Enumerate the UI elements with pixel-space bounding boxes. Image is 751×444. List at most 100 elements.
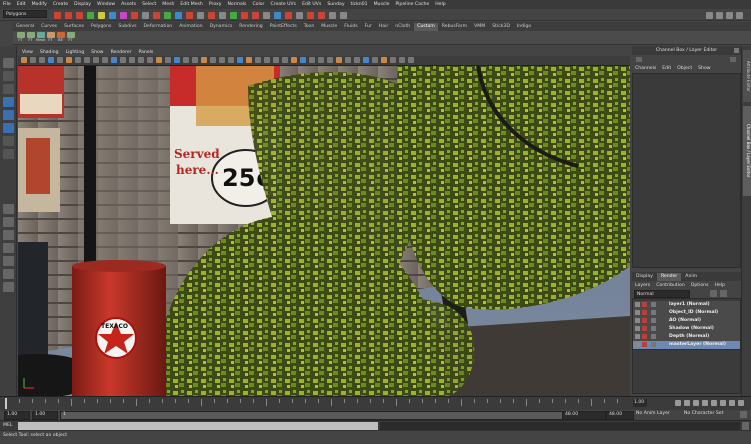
manipulator-icon[interactable] bbox=[3, 136, 14, 146]
layer-tab-display[interactable]: Display bbox=[632, 273, 657, 281]
shelf-tab-indigo[interactable]: Indigo bbox=[514, 23, 534, 31]
viewport-tool-icon[interactable] bbox=[408, 57, 414, 63]
menu-sunday[interactable]: Sunday bbox=[327, 2, 344, 7]
layer-editor-toggle-icon[interactable] bbox=[730, 57, 736, 62]
menu-edit[interactable]: Edit bbox=[17, 2, 26, 7]
visibility-toggle-icon[interactable] bbox=[635, 342, 640, 347]
viewport-tool-icon[interactable] bbox=[129, 57, 135, 63]
rotate-tool-icon[interactable] bbox=[3, 110, 14, 120]
viewport-tool-icon[interactable] bbox=[363, 57, 369, 63]
viewport-menu-view[interactable]: View bbox=[22, 50, 33, 55]
shelf-tab-muscle[interactable]: Muscle bbox=[318, 23, 340, 31]
status-tool-icon[interactable] bbox=[285, 12, 292, 19]
status-tool-icon[interactable] bbox=[208, 12, 215, 19]
visibility-toggle-icon[interactable] bbox=[635, 318, 640, 323]
status-tool-icon[interactable] bbox=[76, 12, 83, 19]
status-tool-icon[interactable] bbox=[54, 12, 61, 19]
menu-normals[interactable]: Normals bbox=[227, 2, 246, 7]
status-tool-icon[interactable] bbox=[109, 12, 116, 19]
viewport-tool-icon[interactable] bbox=[120, 57, 126, 63]
viewport-tool-icon[interactable] bbox=[93, 57, 99, 63]
shelf-item-ft[interactable]: FT bbox=[66, 32, 75, 44]
new-layer-icon[interactable] bbox=[710, 290, 717, 297]
menu-create-uvs[interactable]: Create UVs bbox=[270, 2, 296, 7]
layout-four-icon[interactable] bbox=[3, 217, 14, 227]
viewport-tool-icon[interactable] bbox=[354, 57, 360, 63]
viewport-tool-icon[interactable] bbox=[282, 57, 288, 63]
close-icon[interactable] bbox=[734, 48, 739, 53]
viewport-tool-icon[interactable] bbox=[327, 57, 333, 63]
layer-attributes-icon[interactable] bbox=[651, 318, 656, 323]
layer-attributes-icon[interactable] bbox=[651, 326, 656, 331]
menu-color[interactable]: Color bbox=[252, 2, 264, 7]
layer-menu-contribution[interactable]: Contribution bbox=[656, 283, 685, 288]
menu-set-dropdown[interactable]: Polygons bbox=[3, 10, 47, 18]
status-tool-icon[interactable] bbox=[120, 12, 127, 19]
script-editor-icon[interactable] bbox=[742, 422, 749, 430]
viewport-tool-icon[interactable] bbox=[309, 57, 315, 63]
status-tool-icon[interactable] bbox=[274, 12, 281, 19]
viewport-tool-icon[interactable] bbox=[39, 57, 45, 63]
shelf-tab-hair[interactable]: Hair bbox=[376, 23, 391, 31]
tab-channel-box[interactable]: Channel Box / Layer Editor bbox=[743, 106, 751, 196]
viewport-menu-renderer[interactable]: Renderer bbox=[111, 50, 132, 55]
menu-mesh[interactable]: Mesh bbox=[162, 2, 174, 7]
shelf-tab-painteffects[interactable]: PaintEffects bbox=[267, 23, 300, 31]
viewport-menu-shading[interactable]: Shading bbox=[40, 50, 59, 55]
shelf-tab-rendering[interactable]: Rendering bbox=[236, 23, 265, 31]
shelf-tab-surfaces[interactable]: Surfaces bbox=[61, 23, 87, 31]
end-time-field[interactable]: 48.00 bbox=[606, 411, 634, 420]
viewport-tool-icon[interactable] bbox=[30, 57, 36, 63]
shelf-tab-fur[interactable]: Fur bbox=[362, 23, 375, 31]
render-icon[interactable] bbox=[716, 12, 723, 19]
layer-menu-options[interactable]: Options bbox=[691, 283, 709, 288]
menu-file[interactable]: File bbox=[3, 2, 11, 7]
shelf-tab-toon[interactable]: Toon bbox=[301, 23, 318, 31]
time-slider[interactable] bbox=[0, 396, 631, 410]
status-tool-icon[interactable] bbox=[263, 12, 270, 19]
viewport-tool-icon[interactable] bbox=[138, 57, 144, 63]
status-tool-icon[interactable] bbox=[296, 12, 303, 19]
viewport-tool-icon[interactable] bbox=[210, 57, 216, 63]
menu-pipeline-cache[interactable]: Pipeline Cache bbox=[395, 2, 429, 7]
new-layer-selected-icon[interactable] bbox=[720, 290, 727, 297]
shelf-tab-animation[interactable]: Animation bbox=[176, 23, 205, 31]
menu-edit-mesh[interactable]: Edit Mesh bbox=[180, 2, 202, 7]
viewport-tool-icon[interactable] bbox=[390, 57, 396, 63]
renderable-toggle-icon[interactable] bbox=[642, 326, 647, 331]
renderable-toggle-icon[interactable] bbox=[642, 334, 647, 339]
ipr-render-icon[interactable] bbox=[726, 12, 733, 19]
status-tool-icon[interactable] bbox=[87, 12, 94, 19]
renderable-toggle-icon[interactable] bbox=[642, 318, 647, 323]
status-tool-icon[interactable] bbox=[142, 12, 149, 19]
layout-graph-icon[interactable] bbox=[3, 256, 14, 266]
status-tool-icon[interactable] bbox=[197, 12, 204, 19]
status-tool-icon[interactable] bbox=[131, 12, 138, 19]
shelf-item-ft[interactable]: FT bbox=[46, 32, 55, 44]
current-time-marker[interactable] bbox=[5, 398, 7, 409]
visibility-toggle-icon[interactable] bbox=[635, 310, 640, 315]
range-start-field[interactable]: 1.00 bbox=[32, 411, 58, 420]
layout-outliner-icon[interactable] bbox=[3, 243, 14, 253]
go-end-icon[interactable] bbox=[738, 400, 744, 406]
start-time-field[interactable]: 1.00 bbox=[4, 411, 30, 420]
render-settings-icon[interactable] bbox=[736, 12, 743, 19]
scale-tool-icon[interactable] bbox=[3, 123, 14, 133]
status-tool-icon[interactable] bbox=[153, 12, 160, 19]
last-tool-icon[interactable] bbox=[3, 149, 14, 159]
shelf-tab-deformation[interactable]: Deformation bbox=[140, 23, 175, 31]
shelf-tab-subdivs[interactable]: Subdivs bbox=[115, 23, 139, 31]
viewport-tool-icon[interactable] bbox=[192, 57, 198, 63]
layout-split-icon[interactable] bbox=[3, 230, 14, 240]
status-tool-icon[interactable] bbox=[65, 12, 72, 19]
renderable-toggle-icon[interactable] bbox=[642, 302, 647, 307]
status-tool-icon[interactable] bbox=[318, 12, 325, 19]
viewport-tool-icon[interactable] bbox=[102, 57, 108, 63]
viewport-tool-icon[interactable] bbox=[219, 57, 225, 63]
layer-tab-anim[interactable]: Anim bbox=[681, 273, 701, 281]
layer-attributes-icon[interactable] bbox=[651, 310, 656, 315]
viewport-menu-show[interactable]: Show bbox=[91, 50, 103, 55]
layer-menu-help[interactable]: Help bbox=[714, 283, 724, 288]
go-start-icon[interactable] bbox=[675, 400, 681, 406]
viewport-tool-icon[interactable] bbox=[21, 57, 27, 63]
